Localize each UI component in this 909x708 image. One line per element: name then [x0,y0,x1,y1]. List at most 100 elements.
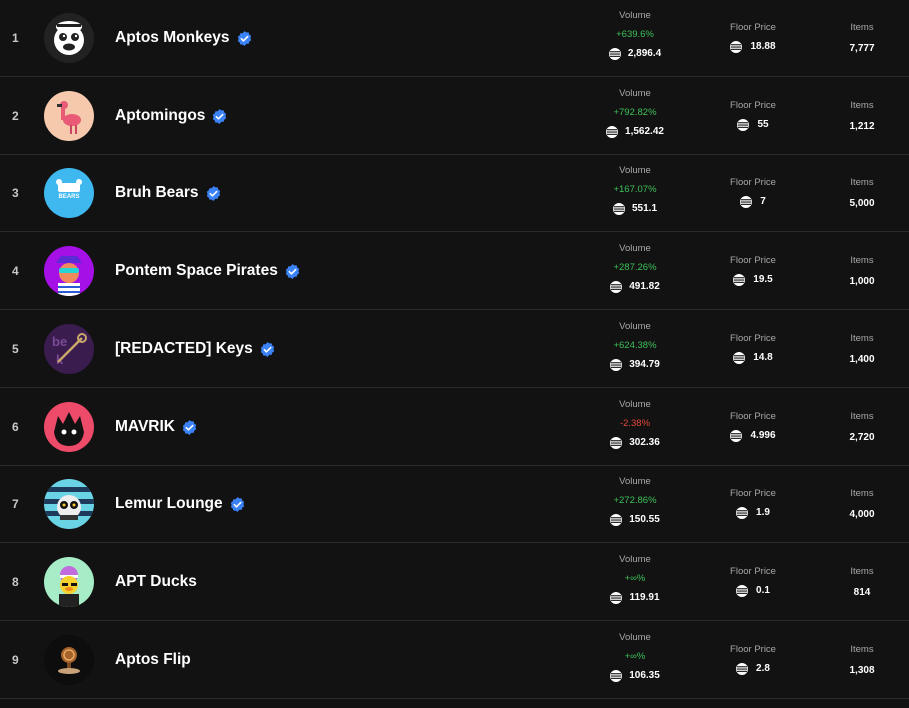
volume-label: Volume [619,88,651,99]
collection-row[interactable]: 5 bek [REDACTED] Keys Volume +624.38% 394.79 F… [0,311,909,388]
pirate-avatar[interactable] [44,246,94,296]
items-value: 1,000 [849,276,875,287]
collection-name-group[interactable]: MAVRIK [115,418,198,436]
mavrik-avatar[interactable] [44,402,94,452]
volume-label: Volume [619,165,651,176]
collection-row[interactable]: 7 Lemur Lounge Volume +272.86% 150.55 Floor P… [0,466,909,543]
volume-value-line: 106.35 [595,669,675,682]
floor-price-value: 1.9 [756,507,770,518]
collection-name-group[interactable]: APT Ducks [115,573,197,591]
floor-price-value-line: 55 [713,118,793,131]
collection-name[interactable]: Aptos Monkeys [115,29,230,47]
volume-value-line: 394.79 [595,358,675,371]
items-column: Items 814 [828,566,896,599]
floor-price-column: Floor Price 2.8 [713,644,793,675]
floor-price-label: Floor Price [730,255,776,266]
aptos-coin-icon [610,436,623,449]
collection-row[interactable]: 3 BEARS Bruh Bears Volume +167.07% 551.1 Floor… [0,155,909,232]
bruh-bears-avatar[interactable]: BEARS [44,168,94,218]
collection-name-group[interactable]: Bruh Bears [115,184,222,202]
duck-avatar[interactable] [44,557,94,607]
collection-name-group[interactable]: [REDACTED] Keys [115,340,276,358]
floor-price-label: Floor Price [730,566,776,577]
aptos-coin-icon [606,125,619,138]
collection-row[interactable]: 4 Pontem Space Pirates Volume +287.26% 491.8… [0,233,909,310]
collection-name[interactable]: [REDACTED] Keys [115,340,253,358]
collection-name-group[interactable]: Aptomingos [115,107,228,125]
items-label: Items [850,177,874,188]
floor-price-value-line: 18.88 [713,40,793,53]
keys-avatar[interactable]: bek [44,324,94,374]
floor-price-label: Floor Price [730,100,776,111]
floor-price-value: 4.996 [750,430,776,441]
volume-column: Volume +167.07% 551.1 [595,165,675,215]
collection-name[interactable]: Lemur Lounge [115,495,223,513]
floor-price-column: Floor Price 0.1 [713,566,793,597]
items-column: Items 5,000 [828,177,896,210]
verified-badge-icon [230,496,244,512]
volume-value-line: 1,562.42 [595,125,675,138]
collection-row[interactable]: 6 MAVRIK Volume -2.38% 302.36 Floor Price 4.99… [0,389,909,466]
volume-column: Volume +∞% 119.91 [595,554,675,604]
volume-value: 119.91 [629,592,660,603]
svg-text:BEARS: BEARS [58,194,79,200]
collection-name[interactable]: Bruh Bears [115,184,199,202]
aptos-coin-icon [730,40,743,53]
collection-row[interactable]: 1 Aptos Monkeys Volume +639.6% 2,896.4 Floor … [0,0,909,77]
volume-column: Volume +287.26% 491.82 [595,243,675,293]
monkey-avatar[interactable] [44,13,94,63]
items-label: Items [850,488,874,499]
collection-row[interactable]: 9 Aptos Flip Volume +∞% 106.35 Floor Price 2.8… [0,622,909,699]
items-label: Items [850,644,874,655]
items-column: Items 7,777 [828,22,896,55]
rank-number: 7 [12,497,19,511]
collection-name-group[interactable]: Lemur Lounge [115,495,246,513]
volume-column: Volume +272.86% 150.55 [595,476,675,526]
items-column: Items 1,212 [828,100,896,133]
volume-value: 394.79 [629,359,660,370]
collection-row[interactable]: 8 APT Ducks Volume +∞% 119.91 Floor Price 0.1 I… [0,544,909,621]
items-column: Items 2,720 [828,411,896,444]
collection-name-group[interactable]: Aptos Flip [115,651,191,669]
volume-value-line: 2,896.4 [595,47,675,60]
collection-name[interactable]: APT Ducks [115,573,197,591]
collection-name[interactable]: Aptomingos [115,107,205,125]
items-column: Items 1,000 [828,255,896,288]
volume-value-line: 119.91 [595,591,675,604]
items-label: Items [850,100,874,111]
floor-price-value: 14.8 [753,352,773,363]
volume-label: Volume [619,632,651,643]
items-label: Items [850,333,874,344]
floor-price-value-line: 19.5 [713,273,793,286]
collection-name-group[interactable]: Aptos Monkeys [115,29,253,47]
volume-value: 2,896.4 [627,48,662,59]
floor-price-value-line: 1.9 [713,506,793,519]
collection-name-group[interactable]: Pontem Space Pirates [115,262,301,280]
volume-label: Volume [619,476,651,487]
floor-price-label: Floor Price [730,411,776,422]
floor-price-value-line: 4.996 [713,429,793,442]
aptos-coin-icon [608,47,621,60]
volume-change: +272.86% [613,495,657,506]
svg-text:be: be [52,334,67,349]
collection-name[interactable]: Aptos Flip [115,651,191,669]
items-column: Items 1,308 [828,644,896,677]
volume-change: +792.82% [613,107,657,118]
items-value: 1,212 [849,121,875,132]
rank-number: 1 [12,31,19,45]
rank-number: 3 [12,186,19,200]
coin-flip-avatar[interactable] [44,635,94,685]
aptos-coin-icon [610,280,623,293]
flamingo-avatar[interactable] [44,91,94,141]
collection-row[interactable]: 2 Aptomingos Volume +792.82% 1,562.42 Floor P… [0,78,909,155]
volume-column: Volume +639.6% 2,896.4 [595,10,675,60]
volume-value-line: 150.55 [595,513,675,526]
volume-label: Volume [619,321,651,332]
collection-name[interactable]: Pontem Space Pirates [115,262,278,280]
volume-change: +∞% [624,573,646,584]
collection-name[interactable]: MAVRIK [115,418,175,436]
lemur-avatar[interactable] [44,479,94,529]
volume-value-line: 302.36 [595,436,675,449]
verified-badge-icon [237,30,251,46]
volume-label: Volume [619,399,651,410]
